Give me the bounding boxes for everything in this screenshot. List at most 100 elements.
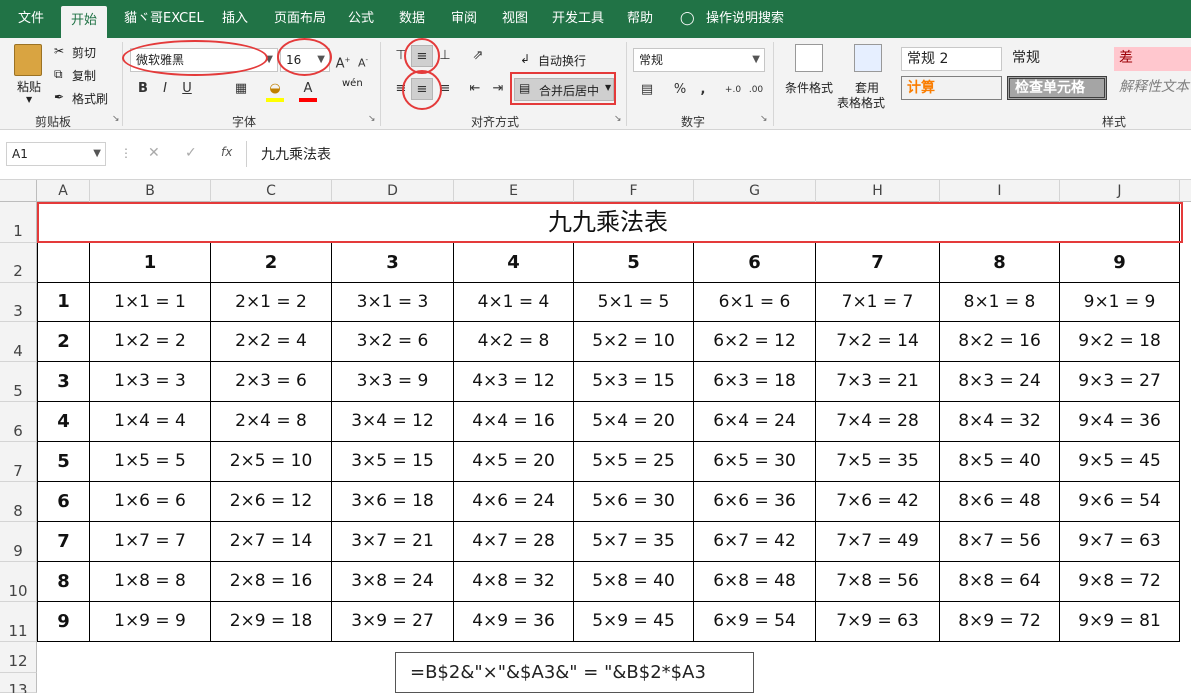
cut-button[interactable]: 剪切 (72, 44, 96, 61)
dialog-launcher-icon[interactable]: ↘ (368, 114, 376, 124)
table-cell[interactable]: 8×4 = 32 (940, 402, 1060, 442)
table-cell[interactable]: 9×1 = 9 (1060, 283, 1180, 322)
table-cell[interactable]: 2×2 = 4 (211, 322, 332, 362)
decrease-indent-icon[interactable]: ⇤ (464, 78, 486, 100)
table-cell[interactable]: 9×6 = 54 (1060, 482, 1180, 522)
border-icon[interactable]: ▦ (230, 78, 252, 100)
table-cell[interactable]: 6×4 = 24 (694, 402, 816, 442)
table-cell[interactable]: 6×2 = 12 (694, 322, 816, 362)
style-calculation[interactable]: 计算 (901, 76, 1002, 100)
phonetic-button[interactable]: wén (342, 78, 363, 89)
row-number-cell[interactable]: 2 (37, 322, 90, 362)
menu-help[interactable]: 帮助 (627, 0, 653, 38)
table-cell[interactable]: 6×8 = 48 (694, 562, 816, 602)
table-cell[interactable]: 3×1 = 3 (332, 283, 454, 322)
row-number-cell[interactable]: 7 (37, 522, 90, 562)
table-cell[interactable]: 4×9 = 36 (454, 602, 574, 642)
column-header-e[interactable]: E (454, 180, 574, 202)
table-cell[interactable]: 2×1 = 2 (211, 283, 332, 322)
row-number-cell[interactable]: 6 (37, 482, 90, 522)
table-cell[interactable]: 8×6 = 48 (940, 482, 1060, 522)
table-cell[interactable]: 2×7 = 14 (211, 522, 332, 562)
shrink-font-icon[interactable]: A- (352, 49, 374, 71)
comma-button[interactable]: , (692, 79, 714, 101)
table-cell[interactable]: 6×1 = 6 (694, 283, 816, 322)
table-cell[interactable]: 7×9 = 63 (816, 602, 940, 642)
column-number-cell[interactable]: 3 (332, 243, 454, 283)
format-as-table-button-2[interactable]: 表格格式 (837, 94, 885, 111)
menu-insert[interactable]: 插入 (222, 0, 248, 38)
table-cell[interactable]: 4×5 = 20 (454, 442, 574, 482)
row-header-6[interactable]: 6 (0, 402, 37, 442)
table-cell[interactable]: 6×3 = 18 (694, 362, 816, 402)
table-cell[interactable]: 3×8 = 24 (332, 562, 454, 602)
table-cell[interactable]: 5×8 = 40 (574, 562, 694, 602)
table-cell[interactable]: 4×3 = 12 (454, 362, 574, 402)
table-cell[interactable]: 2×4 = 8 (211, 402, 332, 442)
table-cell[interactable]: 4×6 = 24 (454, 482, 574, 522)
table-cell[interactable]: 3×2 = 6 (332, 322, 454, 362)
row-number-cell[interactable]: 9 (37, 602, 90, 642)
table-cell[interactable]: 9×5 = 45 (1060, 442, 1180, 482)
menu-file[interactable]: 文件 (18, 0, 44, 38)
table-cell[interactable]: 5×4 = 20 (574, 402, 694, 442)
row-number-cell[interactable]: 8 (37, 562, 90, 602)
table-cell[interactable]: 1×5 = 5 (90, 442, 211, 482)
row-header-3[interactable]: 3 (0, 283, 37, 322)
paste-button[interactable]: 粘贴 (17, 78, 41, 95)
table-cell[interactable]: 1×3 = 3 (90, 362, 211, 402)
row-number-cell[interactable]: 1 (37, 283, 90, 322)
table-cell[interactable]: 3×4 = 12 (332, 402, 454, 442)
underline-button[interactable]: U (176, 78, 198, 100)
name-box[interactable]: A1 ▼ (6, 142, 106, 166)
table-cell[interactable]: 9×9 = 81 (1060, 602, 1180, 642)
table-cell[interactable]: 8×3 = 24 (940, 362, 1060, 402)
table-cell[interactable]: 9×8 = 72 (1060, 562, 1180, 602)
format-painter-button[interactable]: 格式刷 (72, 90, 108, 107)
table-cell[interactable]: 1×8 = 8 (90, 562, 211, 602)
row-header-9[interactable]: 9 (0, 522, 37, 562)
table-cell[interactable]: 6×5 = 30 (694, 442, 816, 482)
table-cell[interactable]: 6×6 = 36 (694, 482, 816, 522)
column-header-j[interactable]: J (1060, 180, 1180, 202)
column-number-cell[interactable]: 5 (574, 243, 694, 283)
copy-button[interactable]: 复制 (72, 67, 96, 84)
cancel-icon[interactable]: ✕ (148, 145, 160, 161)
increase-decimal-icon[interactable]: +.0 (722, 79, 744, 101)
table-cell[interactable]: 5×9 = 45 (574, 602, 694, 642)
table-cell[interactable]: 8×8 = 64 (940, 562, 1060, 602)
table-cell[interactable]: 5×5 = 25 (574, 442, 694, 482)
style-bad[interactable]: 差 (1114, 47, 1191, 71)
table-cell[interactable]: 3×3 = 9 (332, 362, 454, 402)
row-header-5[interactable]: 5 (0, 362, 37, 402)
conditional-format-button[interactable]: 条件格式 (785, 79, 833, 96)
table-cell[interactable]: 3×9 = 27 (332, 602, 454, 642)
dialog-launcher-icon[interactable]: ↘ (760, 114, 768, 124)
tell-me-search[interactable]: 操作说明搜索 (706, 0, 784, 38)
table-cell[interactable]: 1×7 = 7 (90, 522, 211, 562)
table-cell[interactable]: 5×1 = 5 (574, 283, 694, 322)
row-header-7[interactable]: 7 (0, 442, 37, 482)
grow-font-icon[interactable]: A+ (332, 49, 354, 71)
table-cell[interactable]: 9×2 = 18 (1060, 322, 1180, 362)
table-cell[interactable]: 4×1 = 4 (454, 283, 574, 322)
table-cell[interactable]: 5×2 = 10 (574, 322, 694, 362)
formula-input[interactable]: 九九乘法表 (261, 144, 331, 164)
column-header-h[interactable]: H (816, 180, 940, 202)
table-cell[interactable]: 6×9 = 54 (694, 602, 816, 642)
column-number-cell[interactable]: 6 (694, 243, 816, 283)
menu-home[interactable]: 开始 (61, 6, 108, 38)
row-header-13[interactable]: 13 (0, 673, 37, 693)
table-cell[interactable]: 3×6 = 18 (332, 482, 454, 522)
menu-view[interactable]: 视图 (502, 0, 528, 38)
table-cell[interactable]: 2×5 = 10 (211, 442, 332, 482)
menu-plugin[interactable]: 貓ヾ哥EXCEL (124, 0, 204, 38)
insert-function-button[interactable]: fx (221, 145, 232, 159)
table-cell[interactable]: 2×9 = 18 (211, 602, 332, 642)
increase-indent-icon[interactable]: ⇥ (487, 78, 509, 100)
table-cell[interactable]: 6×7 = 42 (694, 522, 816, 562)
column-header-i[interactable]: I (940, 180, 1060, 202)
column-header-d[interactable]: D (332, 180, 454, 202)
row-number-cell[interactable]: 3 (37, 362, 90, 402)
dialog-launcher-icon[interactable]: ↘ (112, 114, 120, 124)
